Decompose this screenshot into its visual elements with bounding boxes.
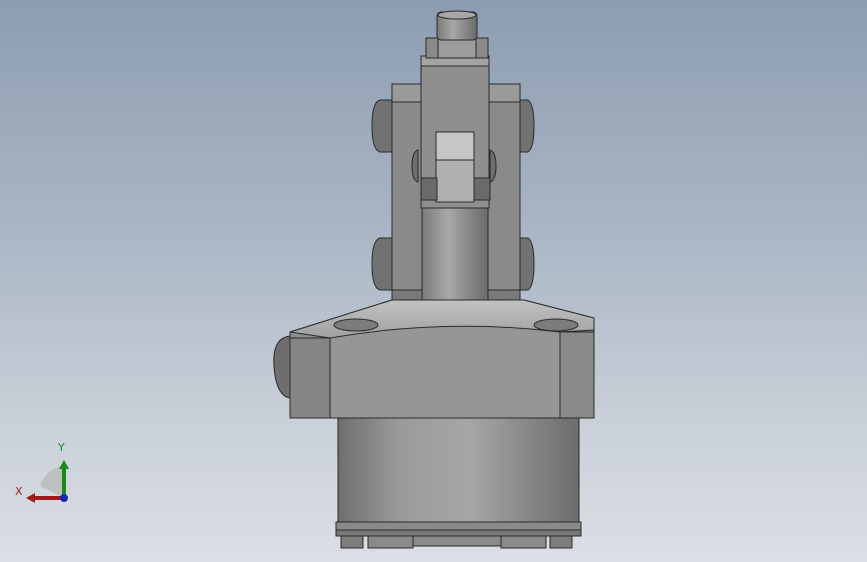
3d-model-view[interactable] bbox=[0, 0, 867, 562]
y-axis-label: Y bbox=[58, 441, 65, 454]
cylinder-body bbox=[335, 415, 582, 549]
graphics-viewport[interactable]: Y X bbox=[0, 0, 867, 562]
flange-block bbox=[273, 299, 595, 419]
orientation-triad: Y X bbox=[10, 438, 80, 510]
x-axis-label: X bbox=[15, 485, 23, 498]
clevis-arm bbox=[411, 55, 497, 209]
adjust-bolt bbox=[425, 10, 489, 59]
axis-triad-icon bbox=[26, 460, 69, 503]
